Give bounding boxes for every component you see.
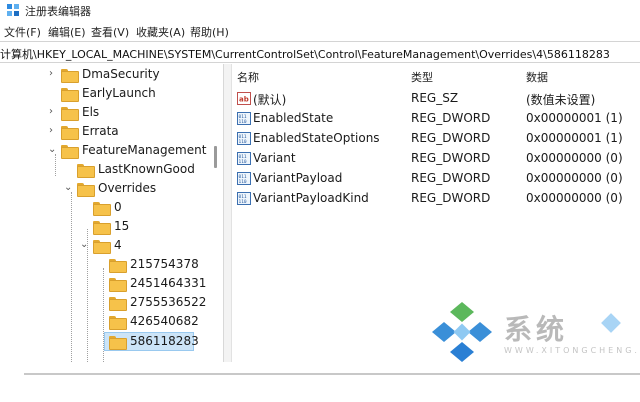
chevron-down-icon[interactable]: ⌄ [64, 182, 74, 194]
column-header-type[interactable]: 类型 [411, 69, 433, 85]
value-row[interactable]: 011 110 VariantPayloadKind REG_DWORD 0x0… [232, 189, 640, 209]
value-name: VariantPayload [253, 171, 343, 185]
column-header-data[interactable]: 数据 [526, 69, 548, 85]
value-data: 0x00000001 (1) [526, 131, 623, 145]
value-type: REG_DWORD [411, 191, 491, 205]
folder-icon [93, 221, 111, 235]
value-type: REG_SZ [411, 91, 459, 105]
svg-text:ab: ab [239, 96, 249, 104]
value-name: EnabledStateOptions [253, 131, 380, 145]
value-row[interactable]: 011 110 VariantPayload REG_DWORD 0x00000… [232, 169, 640, 189]
chevron-right-icon[interactable]: › [49, 68, 59, 80]
folder-icon [93, 202, 111, 216]
tree-item-label: 15 [114, 219, 130, 233]
tree-item-label: 426540682 [130, 314, 199, 328]
chevron-right-icon[interactable]: › [49, 106, 59, 118]
dword-value-icon: 011 110 [237, 132, 251, 145]
dword-value-icon: 011 110 [237, 192, 251, 205]
value-type: REG_DWORD [411, 111, 491, 125]
tree-item-label: 4 [114, 238, 122, 252]
watermark-logo: 系统 WWW.XITONGCHENG.COM [432, 300, 640, 366]
dword-value-icon: 011 110 [237, 172, 251, 185]
dword-value-icon: 011 110 [237, 112, 251, 125]
value-type: REG_DWORD [411, 171, 491, 185]
value-data: 0x00000000 (0) [526, 191, 623, 205]
svg-text:110: 110 [239, 139, 247, 145]
folder-icon [109, 278, 127, 292]
menu-edit[interactable]: 编辑(E) [48, 24, 86, 40]
value-data: 0x00000000 (0) [526, 151, 623, 165]
value-row[interactable]: 011 110 EnabledState REG_DWORD 0x0000000… [232, 109, 640, 129]
folder-icon [77, 183, 95, 197]
tree-item-label: 215754378 [130, 257, 199, 271]
tree-item-label: FeatureManagement [82, 143, 207, 157]
svg-text:110: 110 [239, 179, 247, 185]
tree-item-label: Overrides [98, 181, 157, 195]
value-type: REG_DWORD [411, 151, 491, 165]
tree-item-label: 0 [114, 200, 122, 214]
value-data: 0x00000001 (1) [526, 111, 623, 125]
status-divider [24, 373, 640, 375]
value-row[interactable]: 011 110 Variant REG_DWORD 0x00000000 (0) [232, 149, 640, 169]
address-path[interactable]: 计算机\HKEY_LOCAL_MACHINE\SYSTEM\CurrentCon… [0, 46, 610, 62]
svg-text:110: 110 [239, 159, 247, 165]
tree-scrollbar-thumb[interactable] [214, 146, 217, 168]
diamond-logo-icon [601, 313, 621, 333]
value-row[interactable]: 011 110 EnabledStateOptions REG_DWORD 0x… [232, 129, 640, 149]
tree-item-label: 2755536522 [130, 295, 207, 309]
window-title: 注册表编辑器 [25, 5, 91, 18]
folder-icon [61, 145, 79, 159]
string-value-icon: ab [237, 92, 251, 105]
value-name: Variant [253, 151, 296, 165]
chevron-down-icon[interactable]: ⌄ [48, 144, 58, 156]
menu-file[interactable]: 文件(F) [4, 24, 41, 40]
value-name: EnabledState [253, 111, 334, 125]
tree-item-label: EarlyLaunch [82, 86, 156, 100]
folder-open-icon [109, 336, 127, 350]
dword-value-icon: 011 110 [237, 152, 251, 165]
menu-favorites[interactable]: 收藏夹(A) [136, 24, 185, 40]
key-tree[interactable]: › DmaSecurity EarlyLaunch › Els › Errata… [24, 64, 223, 362]
folder-icon [77, 164, 95, 178]
menu-bar: 文件(F) 编辑(E) 查看(V) 收藏夹(A) 帮助(H) [0, 21, 640, 40]
xitongcheng-logo-icon [432, 302, 492, 362]
value-name: VariantPayloadKind [253, 191, 369, 205]
chevron-down-icon[interactable]: ⌄ [80, 239, 90, 251]
svg-text:110: 110 [239, 119, 247, 125]
tree-item-label: 2451464331 [130, 276, 207, 290]
column-header-name[interactable]: 名称 [237, 69, 259, 85]
folder-icon [93, 240, 111, 254]
folder-icon [61, 88, 79, 102]
pane-splitter[interactable] [223, 64, 232, 362]
tree-item-label: 586118283 [130, 334, 199, 348]
folder-icon [109, 259, 127, 273]
chevron-right-icon[interactable]: › [49, 125, 59, 137]
address-bar[interactable]: 计算机\HKEY_LOCAL_MACHINE\SYSTEM\CurrentCon… [0, 41, 640, 63]
menu-view[interactable]: 查看(V) [91, 24, 129, 40]
watermark-url: WWW.XITONGCHENG.COM [504, 346, 640, 355]
menu-help[interactable]: 帮助(H) [190, 24, 229, 40]
folder-icon [61, 107, 79, 121]
registry-editor-icon [7, 4, 19, 16]
svg-text:110: 110 [239, 199, 247, 205]
folder-icon [109, 297, 127, 311]
folder-icon [61, 126, 79, 140]
value-data: 0x00000000 (0) [526, 171, 623, 185]
folder-icon [109, 316, 127, 330]
tree-item-label: Els [82, 105, 100, 119]
value-data: (数值未设置) [526, 93, 596, 107]
tree-item-label: Errata [82, 124, 119, 138]
value-type: REG_DWORD [411, 131, 491, 145]
tree-item-label: LastKnownGood [98, 162, 195, 176]
value-row[interactable]: ab (默认) REG_SZ (数值未设置) [232, 89, 640, 109]
watermark-text: 系统 [504, 313, 569, 346]
tree-item-label: DmaSecurity [82, 67, 160, 81]
value-name: (默认) [253, 93, 287, 107]
title-bar: 注册表编辑器 [0, 0, 640, 20]
folder-icon [61, 69, 79, 83]
